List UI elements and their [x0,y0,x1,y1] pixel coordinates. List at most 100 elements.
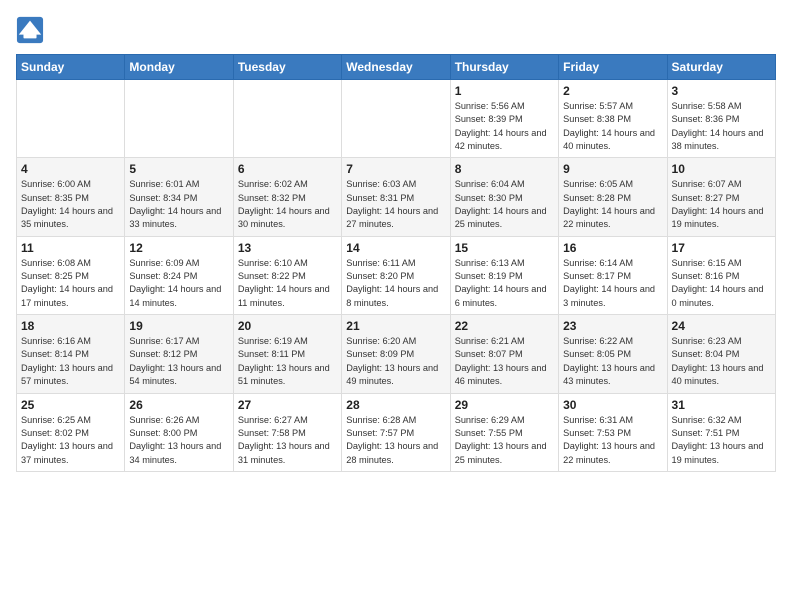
header-day-wednesday: Wednesday [342,55,450,80]
day-number: 6 [238,162,337,176]
day-info: Sunrise: 6:09 AM Sunset: 8:24 PM Dayligh… [129,257,228,310]
day-cell: 29 Sunrise: 6:29 AM Sunset: 7:55 PM Dayli… [450,393,558,471]
calendar-table: SundayMondayTuesdayWednesdayThursdayFrid… [16,54,776,472]
day-info: Sunrise: 6:21 AM Sunset: 8:07 PM Dayligh… [455,335,554,388]
header-day-friday: Friday [559,55,667,80]
day-number: 17 [672,241,771,255]
day-info: Sunrise: 6:14 AM Sunset: 8:17 PM Dayligh… [563,257,662,310]
day-cell: 8 Sunrise: 6:04 AM Sunset: 8:30 PM Daylig… [450,158,558,236]
day-cell: 31 Sunrise: 6:32 AM Sunset: 7:51 PM Dayli… [667,393,775,471]
day-cell: 18Sunrise: 6:16 AM Sunset: 8:14 PM Dayli… [17,315,125,393]
day-cell: 16 Sunrise: 6:14 AM Sunset: 8:17 PM Dayli… [559,236,667,314]
page: SundayMondayTuesdayWednesdayThursdayFrid… [0,0,792,482]
day-number: 4 [21,162,120,176]
day-info: Sunrise: 6:28 AM Sunset: 7:57 PM Dayligh… [346,414,445,467]
day-cell: 15 Sunrise: 6:13 AM Sunset: 8:19 PM Dayli… [450,236,558,314]
day-cell: 3 Sunrise: 5:58 AM Sunset: 8:36 PM Daylig… [667,80,775,158]
day-number: 31 [672,398,771,412]
day-number: 19 [129,319,228,333]
day-cell: 7 Sunrise: 6:03 AM Sunset: 8:31 PM Daylig… [342,158,450,236]
logo [16,16,48,44]
day-info: Sunrise: 6:13 AM Sunset: 8:19 PM Dayligh… [455,257,554,310]
day-cell: 30Sunrise: 6:31 AM Sunset: 7:53 PM Dayli… [559,393,667,471]
day-cell [125,80,233,158]
day-cell: 27Sunrise: 6:27 AM Sunset: 7:58 PM Dayli… [233,393,341,471]
day-cell: 17 Sunrise: 6:15 AM Sunset: 8:16 PM Dayli… [667,236,775,314]
day-cell: 23 Sunrise: 6:22 AM Sunset: 8:05 PM Dayli… [559,315,667,393]
day-number: 23 [563,319,662,333]
day-info: Sunrise: 6:32 AM Sunset: 7:51 PM Dayligh… [672,414,771,467]
day-number: 10 [672,162,771,176]
day-cell: 24 Sunrise: 6:23 AM Sunset: 8:04 PM Dayli… [667,315,775,393]
day-info: Sunrise: 5:58 AM Sunset: 8:36 PM Dayligh… [672,100,771,153]
calendar-body: 1 Sunrise: 5:56 AM Sunset: 8:39 PM Daylig… [17,80,776,472]
day-cell: 28 Sunrise: 6:28 AM Sunset: 7:57 PM Dayli… [342,393,450,471]
day-number: 29 [455,398,554,412]
calendar-header: SundayMondayTuesdayWednesdayThursdayFrid… [17,55,776,80]
day-info: Sunrise: 6:26 AM Sunset: 8:00 PM Dayligh… [129,414,228,467]
day-cell [233,80,341,158]
day-number: 12 [129,241,228,255]
day-cell: 4Sunrise: 6:00 AM Sunset: 8:35 PM Daylig… [17,158,125,236]
day-number: 15 [455,241,554,255]
day-number: 26 [129,398,228,412]
day-info: Sunrise: 6:15 AM Sunset: 8:16 PM Dayligh… [672,257,771,310]
day-cell [342,80,450,158]
day-number: 2 [563,84,662,98]
day-cell: 21Sunrise: 6:20 AM Sunset: 8:09 PM Dayli… [342,315,450,393]
day-cell: 26 Sunrise: 6:26 AM Sunset: 8:00 PM Dayli… [125,393,233,471]
day-number: 16 [563,241,662,255]
day-cell: 14Sunrise: 6:11 AM Sunset: 8:20 PM Dayli… [342,236,450,314]
day-cell: 19 Sunrise: 6:17 AM Sunset: 8:12 PM Dayli… [125,315,233,393]
day-info: Sunrise: 6:25 AM Sunset: 8:02 PM Dayligh… [21,414,120,467]
day-info: Sunrise: 6:07 AM Sunset: 8:27 PM Dayligh… [672,178,771,231]
day-info: Sunrise: 6:01 AM Sunset: 8:34 PM Dayligh… [129,178,228,231]
header-day-monday: Monday [125,55,233,80]
week-row-4: 18Sunrise: 6:16 AM Sunset: 8:14 PM Dayli… [17,315,776,393]
day-info: Sunrise: 6:31 AM Sunset: 7:53 PM Dayligh… [563,414,662,467]
day-number: 3 [672,84,771,98]
day-cell: 22 Sunrise: 6:21 AM Sunset: 8:07 PM Dayli… [450,315,558,393]
day-info: Sunrise: 6:08 AM Sunset: 8:25 PM Dayligh… [21,257,120,310]
day-cell: 11 Sunrise: 6:08 AM Sunset: 8:25 PM Dayli… [17,236,125,314]
day-number: 25 [21,398,120,412]
day-number: 11 [21,241,120,255]
day-info: Sunrise: 6:03 AM Sunset: 8:31 PM Dayligh… [346,178,445,231]
week-row-2: 4Sunrise: 6:00 AM Sunset: 8:35 PM Daylig… [17,158,776,236]
day-cell: 1 Sunrise: 5:56 AM Sunset: 8:39 PM Daylig… [450,80,558,158]
day-number: 27 [238,398,337,412]
day-info: Sunrise: 6:05 AM Sunset: 8:28 PM Dayligh… [563,178,662,231]
day-info: Sunrise: 6:02 AM Sunset: 8:32 PM Dayligh… [238,178,337,231]
day-cell: 5 Sunrise: 6:01 AM Sunset: 8:34 PM Daylig… [125,158,233,236]
day-info: Sunrise: 5:56 AM Sunset: 8:39 PM Dayligh… [455,100,554,153]
day-number: 18 [21,319,120,333]
week-row-3: 11 Sunrise: 6:08 AM Sunset: 8:25 PM Dayli… [17,236,776,314]
day-info: Sunrise: 6:29 AM Sunset: 7:55 PM Dayligh… [455,414,554,467]
day-number: 7 [346,162,445,176]
day-number: 22 [455,319,554,333]
day-info: Sunrise: 6:04 AM Sunset: 8:30 PM Dayligh… [455,178,554,231]
day-cell: 10 Sunrise: 6:07 AM Sunset: 8:27 PM Dayli… [667,158,775,236]
week-row-1: 1 Sunrise: 5:56 AM Sunset: 8:39 PM Daylig… [17,80,776,158]
day-number: 5 [129,162,228,176]
day-cell: 9Sunrise: 6:05 AM Sunset: 8:28 PM Daylig… [559,158,667,236]
day-number: 24 [672,319,771,333]
header-day-sunday: Sunday [17,55,125,80]
header-day-tuesday: Tuesday [233,55,341,80]
header [16,16,776,44]
day-info: Sunrise: 6:23 AM Sunset: 8:04 PM Dayligh… [672,335,771,388]
day-cell: 20 Sunrise: 6:19 AM Sunset: 8:11 PM Dayli… [233,315,341,393]
day-number: 28 [346,398,445,412]
week-row-5: 25 Sunrise: 6:25 AM Sunset: 8:02 PM Dayli… [17,393,776,471]
day-cell [17,80,125,158]
day-number: 1 [455,84,554,98]
header-row: SundayMondayTuesdayWednesdayThursdayFrid… [17,55,776,80]
day-info: Sunrise: 5:57 AM Sunset: 8:38 PM Dayligh… [563,100,662,153]
day-info: Sunrise: 6:22 AM Sunset: 8:05 PM Dayligh… [563,335,662,388]
day-info: Sunrise: 6:19 AM Sunset: 8:11 PM Dayligh… [238,335,337,388]
day-info: Sunrise: 6:20 AM Sunset: 8:09 PM Dayligh… [346,335,445,388]
day-cell: 6 Sunrise: 6:02 AM Sunset: 8:32 PM Daylig… [233,158,341,236]
day-info: Sunrise: 6:17 AM Sunset: 8:12 PM Dayligh… [129,335,228,388]
day-number: 8 [455,162,554,176]
day-number: 20 [238,319,337,333]
